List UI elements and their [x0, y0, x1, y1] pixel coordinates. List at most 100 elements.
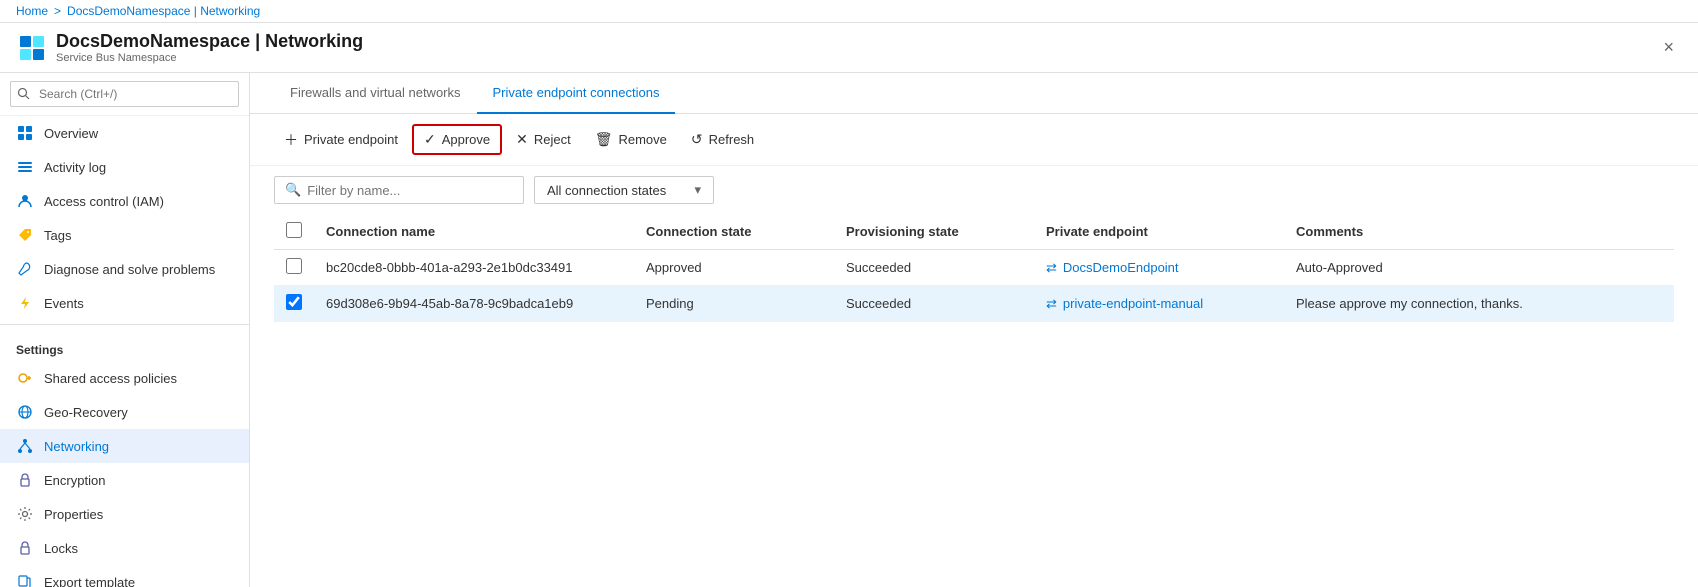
row2-provisioning-state: Succeeded — [834, 286, 1034, 322]
network-icon — [16, 437, 34, 455]
row1-connection-name: bc20cde8-0bbb-401a-a293-2e1b0dc33491 — [314, 250, 634, 286]
tab-bar: Firewalls and virtual networks Private e… — [250, 73, 1698, 114]
sidebar-item-overview-label: Overview — [44, 126, 98, 141]
sidebar-item-access-control[interactable]: Access control (IAM) — [0, 184, 249, 218]
content-area: Firewalls and virtual networks Private e… — [250, 73, 1698, 587]
x-icon: ✕ — [516, 131, 528, 148]
connections-table: Connection name Connection state Provisi… — [274, 214, 1674, 322]
checkmark-icon: ✓ — [424, 131, 436, 148]
sidebar-item-diagnose-label: Diagnose and solve problems — [44, 262, 215, 277]
filter-by-name-input[interactable] — [307, 183, 513, 198]
sidebar-item-diagnose[interactable]: Diagnose and solve problems — [0, 252, 249, 286]
endpoint-icon-1: ⇄ — [1046, 260, 1057, 276]
row1-connection-state: Approved — [634, 250, 834, 286]
sidebar-item-overview[interactable]: Overview — [0, 116, 249, 150]
sidebar-item-export-label: Export template — [44, 575, 135, 587]
page-header: DocsDemoNamespace | Networking Service B… — [0, 23, 1698, 73]
sidebar-item-shared-access-label: Shared access policies — [44, 371, 177, 386]
row1-checkbox[interactable] — [286, 258, 302, 274]
person-icon — [16, 192, 34, 210]
toolbar: ＋ Private endpoint ✓ Approve ✕ Reject 🗑 … — [250, 114, 1698, 166]
header-private-endpoint: Private endpoint — [1034, 214, 1284, 250]
row1-endpoint-cell: ⇄ DocsDemoEndpoint — [1034, 250, 1284, 286]
sidebar-item-events[interactable]: Events — [0, 286, 249, 320]
breadcrumb-home[interactable]: Home — [16, 4, 48, 18]
table-row: 69d308e6-9b94-45ab-8a78-9c9badca1eb9 Pen… — [274, 286, 1674, 322]
refresh-button[interactable]: ↺ Refresh — [681, 126, 764, 153]
sidebar-item-geo-recovery[interactable]: Geo-Recovery — [0, 395, 249, 429]
row2-connection-name: 69d308e6-9b94-45ab-8a78-9c9badca1eb9 — [314, 286, 634, 322]
list-icon — [16, 158, 34, 176]
globe-icon — [16, 403, 34, 421]
approve-button[interactable]: ✓ Approve — [412, 124, 502, 155]
chevron-down-icon: ▾ — [694, 182, 701, 198]
filter-row: 🔍 All connection states ▾ — [250, 166, 1698, 214]
settings-icon — [16, 505, 34, 523]
reject-button[interactable]: ✕ Reject — [506, 126, 581, 153]
close-button[interactable]: × — [1655, 33, 1682, 62]
header-checkbox-cell — [274, 214, 314, 250]
table-header-row: Connection name Connection state Provisi… — [274, 214, 1674, 250]
remove-button[interactable]: 🗑 Remove — [585, 126, 677, 153]
sidebar-item-networking-label: Networking — [44, 439, 109, 454]
header-provisioning-state: Provisioning state — [834, 214, 1034, 250]
row1-provisioning-state: Succeeded — [834, 250, 1034, 286]
sidebar-item-tags-label: Tags — [44, 228, 71, 243]
row2-connection-state: Pending — [634, 286, 834, 322]
app-icon — [16, 32, 48, 64]
row2-endpoint-cell: ⇄ private-endpoint-manual — [1034, 286, 1284, 322]
sidebar-item-properties[interactable]: Properties — [0, 497, 249, 531]
grid-icon — [16, 124, 34, 142]
row1-comments: Auto-Approved — [1284, 250, 1674, 286]
sidebar-item-tags[interactable]: Tags — [0, 218, 249, 252]
row1-checkbox-cell — [274, 250, 314, 286]
row2-endpoint-link[interactable]: ⇄ private-endpoint-manual — [1046, 296, 1272, 312]
sidebar-item-encryption[interactable]: Encryption — [0, 463, 249, 497]
refresh-icon: ↺ — [691, 131, 703, 148]
sidebar-search-container — [0, 73, 249, 116]
select-all-checkbox[interactable] — [286, 222, 302, 238]
filter-input-container: 🔍 — [274, 176, 524, 204]
header-connection-name: Connection name — [314, 214, 634, 250]
sidebar-item-export[interactable]: Export template — [0, 565, 249, 587]
sidebar-item-properties-label: Properties — [44, 507, 103, 522]
breadcrumb: Home > DocsDemoNamespace | Networking — [0, 0, 1698, 23]
filter-search-icon: 🔍 — [285, 182, 301, 198]
flash-icon — [16, 294, 34, 312]
endpoint-icon-2: ⇄ — [1046, 296, 1057, 312]
sidebar-item-activity-log[interactable]: Activity log — [0, 150, 249, 184]
sidebar-item-shared-access[interactable]: Shared access policies — [0, 361, 249, 395]
table-row: bc20cde8-0bbb-401a-a293-2e1b0dc33491 App… — [274, 250, 1674, 286]
row2-checkbox[interactable] — [286, 294, 302, 310]
lock2-icon — [16, 539, 34, 557]
row2-checkbox-cell — [274, 286, 314, 322]
sidebar-divider — [0, 324, 249, 325]
tab-private-endpoint[interactable]: Private endpoint connections — [477, 73, 676, 114]
row2-comments: Please approve my connection, thanks. — [1284, 286, 1674, 322]
lock-icon — [16, 471, 34, 489]
breadcrumb-current: DocsDemoNamespace | Networking — [67, 4, 260, 18]
trash-icon: 🗑 — [595, 131, 613, 148]
sidebar-item-locks-label: Locks — [44, 541, 78, 556]
search-input[interactable] — [10, 81, 239, 107]
tag-icon — [16, 226, 34, 244]
key-icon — [16, 369, 34, 387]
add-private-endpoint-button[interactable]: ＋ Private endpoint — [274, 125, 408, 155]
table-container: Connection name Connection state Provisi… — [250, 214, 1698, 322]
sidebar-item-activity-log-label: Activity log — [44, 160, 106, 175]
header-connection-state: Connection state — [634, 214, 834, 250]
sidebar-item-networking[interactable]: Networking — [0, 429, 249, 463]
sidebar-item-events-label: Events — [44, 296, 84, 311]
sidebar-item-access-control-label: Access control (IAM) — [44, 194, 164, 209]
page-title: DocsDemoNamespace | Networking — [56, 31, 363, 52]
plus-icon: ＋ — [284, 130, 298, 150]
header-comments: Comments — [1284, 214, 1674, 250]
export-icon — [16, 573, 34, 587]
sidebar-item-locks[interactable]: Locks — [0, 531, 249, 565]
state-filter-dropdown[interactable]: All connection states ▾ — [534, 176, 714, 204]
wrench-icon — [16, 260, 34, 278]
tab-firewalls[interactable]: Firewalls and virtual networks — [274, 73, 477, 114]
breadcrumb-sep: > — [54, 4, 61, 18]
sidebar-item-encryption-label: Encryption — [44, 473, 105, 488]
row1-endpoint-link[interactable]: ⇄ DocsDemoEndpoint — [1046, 260, 1272, 276]
